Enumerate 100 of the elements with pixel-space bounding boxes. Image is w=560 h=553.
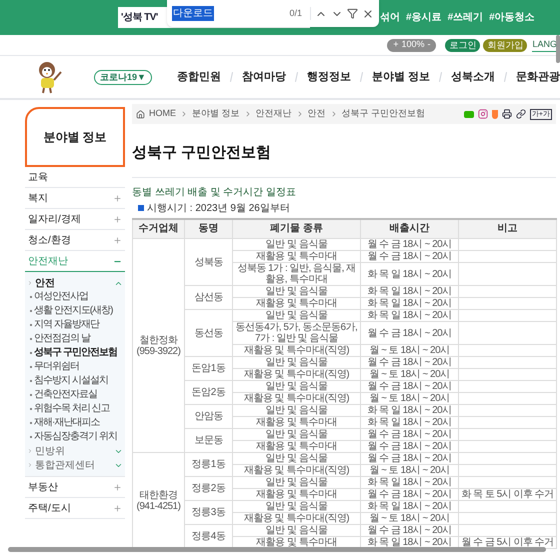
table-cell: 돈암2동 [184,380,232,404]
table-cell: 재활용 및 특수마대 [232,440,360,452]
breadcrumb-link[interactable]: 성북구 구민안전보험 [342,107,426,121]
submenu-link[interactable]: 건축안전자료실 [34,388,97,402]
table-cell: 화 목 일 18시 ~ 20시 [360,476,458,488]
column-header: 비고 [458,218,556,238]
table-cell: 일반 및 음식물 [232,310,360,322]
table-cell: 월 수 금 18시 ~ 20시 [360,452,458,464]
home-icon [136,110,145,118]
table-cell: 정릉2동 [184,476,232,500]
signup-button[interactable]: 회원가입 [483,38,528,52]
expand-icon [113,236,122,244]
submenu-item[interactable]: 안전 [27,276,123,290]
submenu-link[interactable]: 재해·재난대피소 [34,416,100,430]
expand-icon [113,504,122,512]
print-icon[interactable] [502,109,512,119]
table-cell: 월 수 금 18시 ~ 20시 [360,238,458,250]
table-cell: 일반 및 음식물 [232,452,360,464]
close-icon[interactable] [362,8,374,20]
table-cell: 동선동4가, 5가, 동소문동6가, 7가 : 일반 및 음식물 [232,322,360,344]
table-cell: 보문동 [184,428,232,452]
submenu-link[interactable]: 여성안전사업 [34,290,88,304]
table-cell: 월 수 금 18시 ~ 20시 [360,356,458,368]
table-cell: 화 목 일 18시 ~ 20시 [360,262,458,286]
submenu-link[interactable]: 안전점검의 날 [34,332,90,346]
sidebar-item[interactable]: 주택/도시 [25,498,125,519]
table-cell: 정릉3동 [184,500,232,524]
submenu-link[interactable]: 침수방지 시설설치 [34,374,108,388]
submenu-link[interactable]: 무더위쉼터 [34,360,79,374]
login-button[interactable]: 로그인 [445,38,480,52]
table-cell: 재활용 및 특수마대(직영) [232,392,360,404]
square-bullet-icon [138,205,144,211]
submenu-item[interactable]: 통합관제센터 [27,458,123,472]
table-cell: 성북동 [184,238,232,286]
filter-icon[interactable] [347,8,358,19]
vertical-scrollbar[interactable] [556,35,560,63]
link-icon[interactable] [516,109,526,119]
table-cell: 돈암1동 [184,356,232,380]
table-cell: 화 목 일 18시 ~ 20시 [360,416,458,428]
submenu-label: 안전 [35,276,55,290]
breadcrumb-link[interactable]: 분야별 정보 [192,107,240,121]
table-cell: 월 수 금 18시 ~ 20시 [360,440,458,452]
submenu-item[interactable]: 민방위 [27,444,123,458]
corona-button[interactable]: 코로나19▼ [94,70,152,84]
nav-item[interactable]: 종합민원 [176,68,221,86]
expand-icon [113,214,122,224]
nav-item[interactable]: 행정정보 [306,68,351,86]
breadcrumb-link[interactable]: HOME [149,107,176,121]
submenu-link[interactable]: 지역 자율방재단 [34,318,99,332]
breadcrumb-link[interactable]: 안전재난 [256,107,292,121]
table-cell: 일반 및 음식물 [232,286,360,298]
submenu-link[interactable]: 위험수목 처리 신고 [34,402,110,416]
nav-item[interactable]: 문화관광 [516,68,560,86]
breadcrumb-link[interactable]: 안전 [308,107,326,121]
table-cell: 재활용 및 특수마대 [232,250,360,262]
sidebar-item[interactable]: 일자리/경제 [25,209,125,230]
table-cell: 정릉1동 [184,452,232,476]
table-cell: 일반 및 음식물 [232,500,360,512]
submenu-link[interactable]: 성북구 구민안전보험 [34,346,117,360]
column-header: 배출시간 [360,218,458,238]
page-title: 성북구 구민안전보험 [132,142,556,178]
horizontal-scrollbar[interactable] [8,547,546,552]
table-cell: 화 목 일 18시 ~ 20시 [360,500,458,512]
sidebar-item[interactable]: 청소/환경 [25,230,125,251]
table-cell: 재활용 및 특수마대 [232,416,360,428]
table-cell: 월 ~ 토 18시 ~ 20시 [360,392,458,404]
sidebar-item[interactable]: 부동산 [25,477,125,498]
effective-date: 시행시기 : 2023년 9월 26일부터 [147,202,290,216]
sidebar-title: 분야별 정보 [25,107,125,167]
submenu-link[interactable]: 자동심장충격기 위치 [34,430,117,444]
nav-item[interactable]: 성북소개 [450,68,495,86]
sidebar-item[interactable]: 복지 [25,188,125,209]
expand-icon [113,482,122,492]
submenu-link[interactable]: 생활 안전지도(새창) [34,304,112,318]
table-cell: 동선동 [184,310,232,356]
instagram-icon[interactable] [478,109,488,119]
table-cell: 월 수 금 18시 ~ 20시 [360,524,458,536]
table-cell: 월 수 금 18시 ~ 20시 [360,428,458,440]
find-input[interactable]: 다운로드 [172,6,286,21]
chevron-right-icon [27,448,33,454]
table-cell: 삼선동 [184,286,232,310]
table-cell: 월 ~ 토 18시 ~ 20시 [360,512,458,524]
sidebar-item[interactable]: 교육 [25,167,125,188]
table-cell: 화 목 일 18시 ~ 20시 [360,310,458,322]
table-cell: 월 ~ 토 18시 ~ 20시 [360,464,458,476]
table-cell: 월 ~ 토 18시 ~ 20시 [360,368,458,380]
table-cell: 일반 및 음식물 [232,524,360,536]
submenu-label: 통합관제센터 [35,458,95,472]
table-cell: 화 목 일 18시 ~ 20시 [360,298,458,310]
table-cell: 일반 및 음식물 [232,428,360,440]
expand-icon [113,194,122,202]
column-header: 수거업체 [132,218,184,238]
nav-item[interactable]: 참여마당 [242,68,286,86]
nav-item[interactable]: 분야별 정보 [372,68,430,86]
match-count: 0/1 [289,6,311,20]
chevron-right-icon [27,280,33,286]
chevron-right-icon [27,462,33,468]
table-cell: 화 목 일 18시 ~ 20시 [360,286,458,298]
table-cell: 철한정화 (959-3922) [132,238,184,452]
section-title: 동별 쓰레기 배출 및 수거시간 일정표 [132,186,297,200]
